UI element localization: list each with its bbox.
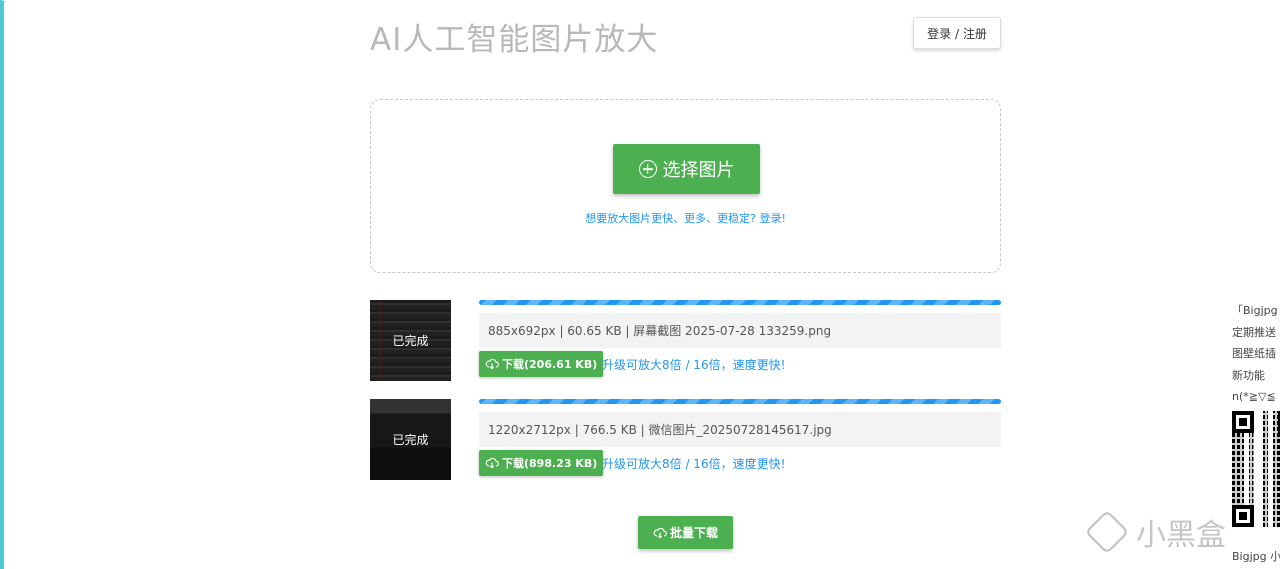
file-info: 885x692px | 60.65 KB | 屏幕截图 2025-07-28 1… (479, 313, 1001, 348)
select-image-button[interactable]: 选择图片 (613, 144, 760, 194)
progress-bar (479, 399, 1001, 404)
download-button[interactable]: 下载(898.23 KB) (479, 450, 604, 476)
status-label: 已完成 (392, 334, 429, 348)
progress-bar (479, 300, 1001, 305)
plus-circle-icon (638, 160, 657, 178)
side-line: 新功能 (1232, 368, 1265, 382)
watermark: 小黑盒 (1084, 509, 1226, 555)
download-label: 下载(206.61 KB) (502, 358, 598, 371)
batch-download-button[interactable]: 批量下载 (638, 516, 733, 549)
qr-code (1232, 411, 1280, 527)
select-image-label: 选择图片 (662, 160, 735, 181)
login-register-button[interactable]: 登录 / 注册 (913, 17, 1001, 49)
left-window-edge (0, 0, 8, 569)
download-label: 下载(898.23 KB) (502, 457, 598, 470)
side-line: 图壁纸插 (1232, 347, 1276, 360)
side-line: 定期推送 (1232, 325, 1276, 339)
upgrade-link[interactable]: 升级可放大8倍 / 16倍，速度更快! (602, 455, 785, 472)
cloud-download-icon (485, 457, 499, 469)
download-button[interactable]: 下载(206.61 KB) (479, 351, 604, 377)
image-thumbnail: 已完成 (370, 399, 451, 480)
file-row: 已完成 1220x2712px | 766.5 KB | 微信图片_202507… (370, 399, 1001, 481)
login-hint-link[interactable]: 想要放大图片更快、更多、更稳定? 登录! (371, 210, 1000, 226)
side-caption: Bigjpg 小 (1232, 550, 1280, 563)
watermark-logo-icon (1084, 509, 1130, 555)
upload-dropzone[interactable]: 选择图片 想要放大图片更快、更多、更稳定? 登录! (370, 99, 1001, 273)
status-label: 已完成 (392, 433, 429, 447)
image-thumbnail: 已完成 (370, 300, 451, 381)
side-line: 「Bigjpg (1232, 304, 1278, 317)
upgrade-link[interactable]: 升级可放大8倍 / 16倍，速度更快! (602, 356, 785, 373)
cloud-download-icon (653, 527, 667, 538)
side-line: n(*≧▽≦ (1232, 390, 1276, 403)
batch-download-label: 批量下载 (669, 526, 718, 540)
watermark-text: 小黑盒 (1136, 518, 1226, 553)
file-info: 1220x2712px | 766.5 KB | 微信图片_2025072814… (479, 412, 1001, 447)
file-row: 已完成 885x692px | 60.65 KB | 屏幕截图 2025-07-… (370, 300, 1001, 382)
side-promo-text: 「Bigjpg 定期推送 图壁纸插 新功能 n(*≧▽≦ (1232, 300, 1280, 408)
page-title: AI人工智能图片放大 (370, 22, 659, 58)
cloud-download-icon (485, 358, 499, 370)
